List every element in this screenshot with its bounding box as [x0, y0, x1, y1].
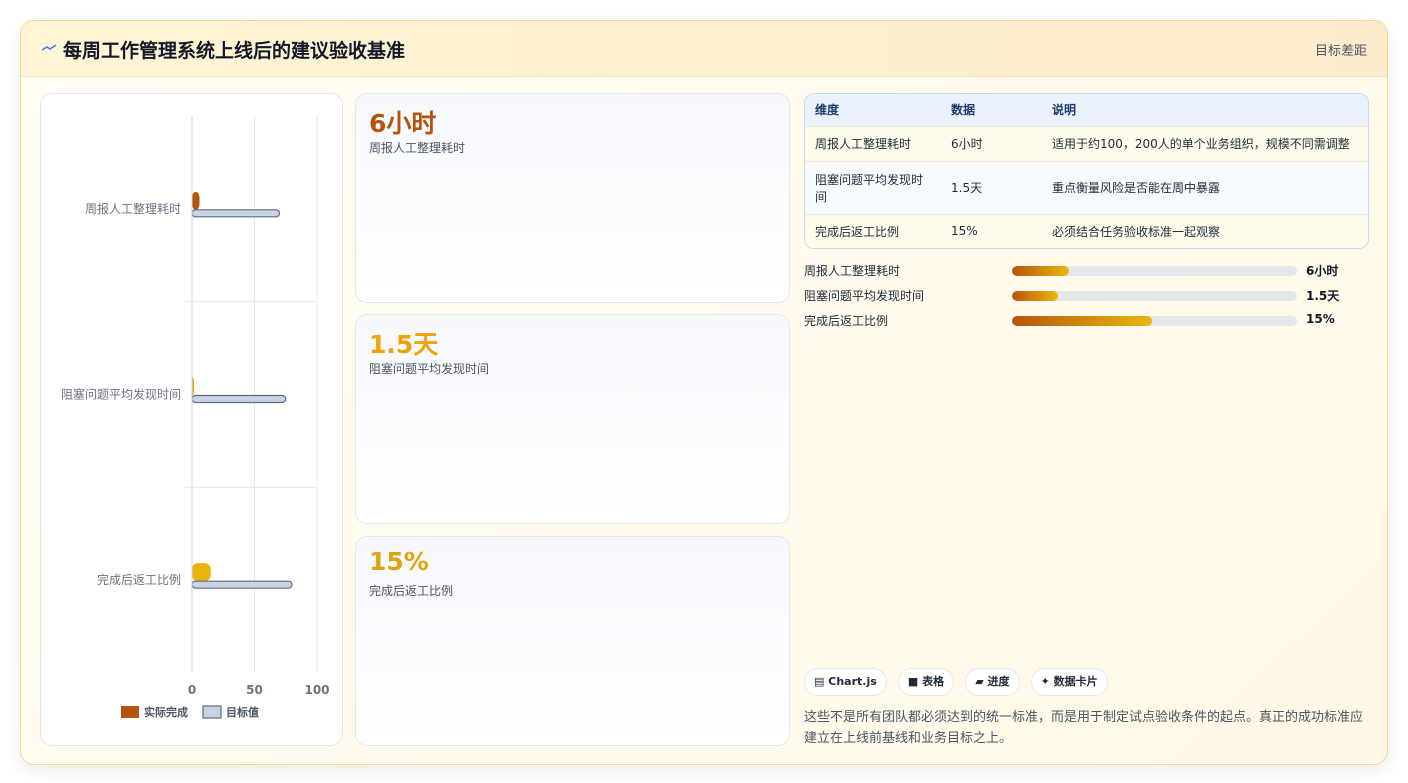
chip-progress[interactable]: ▰ 进度: [965, 668, 1020, 696]
progress-fill: [1012, 316, 1152, 326]
footnote: 这些不是所有团队都必须达到的统一标准，而是用于制定试点验收条件的起点。真正的成功…: [804, 710, 1364, 746]
progress-label: 阻塞问题平均发现时间: [804, 289, 925, 303]
progress-fill: [1012, 291, 1058, 301]
target-gap-link[interactable]: 目标差距: [1315, 40, 1367, 59]
progress-track: [1012, 316, 1297, 326]
table-cell: 适用于约100，200人的单个业务组织，规模不同需调整: [1042, 125, 1368, 161]
chip-label: Chart.js: [828, 675, 877, 688]
progress-label: 周报人工整理耗时: [804, 264, 901, 278]
bar-chart: 0 50 100 周报人工整理耗时阻塞问题平均发现时间完成后返工比例实际完成 目标值: [61, 116, 330, 719]
table-cell: 周报人工整理耗时: [805, 125, 941, 161]
actual-bar: [192, 563, 211, 582]
progress-track: [1012, 266, 1297, 276]
progress-fill: [1012, 266, 1069, 276]
target-bar: [191, 209, 281, 218]
x-tick-label: 0: [188, 683, 196, 697]
table-header: 维度: [815, 103, 840, 118]
chip-table[interactable]: ■ 表格: [897, 668, 955, 696]
y-category-label: 周报人工整理耗时: [85, 201, 181, 216]
target-bar: [191, 580, 293, 589]
progress-row: 周报人工整理耗时 6小时: [804, 261, 1369, 279]
activity-icon: [41, 44, 57, 51]
table-cell: 必须结合任务验收标准一起观察: [1042, 213, 1368, 248]
table-cell: 6小时: [941, 125, 1042, 161]
table-cell: 阻塞问题平均发现时间: [805, 160, 941, 214]
chip-label: 进度: [987, 675, 1010, 688]
table-row: 完成后返工比例 15% 必须结合任务验收标准一起观察: [805, 213, 1368, 248]
bar-chart-panel: 0 50 100 周报人工整理耗时阻塞问题平均发现时间完成后返工比例实际完成 目标值: [40, 93, 343, 746]
stat-card-label: 周报人工整理耗时: [369, 141, 466, 155]
progress-row: 完成后返工比例 15%: [804, 311, 1369, 329]
table-cell: 完成后返工比例: [805, 213, 941, 248]
progress-icon: ▰: [975, 675, 984, 688]
legend-swatch-target: [202, 705, 222, 719]
table-icon: ■: [907, 675, 919, 688]
table-cell: 1.5天: [941, 160, 1042, 214]
table-header: 说明: [1052, 103, 1077, 118]
progress-row: 阻塞问题平均发现时间 1.5天: [804, 286, 1369, 304]
x-tick-label: 100: [304, 683, 329, 697]
stat-card-days: 1.5天 阻塞问题平均发现时间: [355, 314, 790, 524]
stat-card-percent: 15% 完成后返工比例: [355, 536, 790, 746]
chart-icon: ▤: [814, 675, 825, 688]
progress-track: [1012, 291, 1297, 301]
progress-value: 15%: [1306, 312, 1335, 326]
y-category-label: 阻塞问题平均发现时间: [61, 387, 181, 402]
stat-card-label: 阻塞问题平均发现时间: [369, 362, 490, 376]
legend-label-target: 目标值: [226, 705, 259, 719]
stat-card-value: 15%: [369, 547, 429, 576]
page-title: 每周工作管理系统上线后的建议验收基准: [63, 40, 406, 62]
x-tick-label: 50: [246, 683, 263, 697]
chip-chartjs[interactable]: ▤ Chart.js: [804, 668, 887, 696]
legend-label-actual: 实际完成: [144, 705, 188, 719]
chip-label: 数据卡片: [1053, 675, 1098, 688]
data-table: 维度 数据 说明 周报人工整理耗时 6小时 适用于约100，200人的单个业务组…: [804, 93, 1369, 249]
progress-value: 6小时: [1306, 264, 1339, 278]
table-row: 周报人工整理耗时 6小时 适用于约100，200人的单个业务组织，规模不同需调整: [805, 125, 1368, 161]
progress-value: 1.5天: [1306, 289, 1340, 303]
stat-card-value: 1.5天: [369, 330, 439, 359]
sparkle-icon: ✦: [1040, 675, 1050, 688]
table-row: 阻塞问题平均发现时间 1.5天 重点衡量风险是否能在周中暴露: [805, 160, 1368, 214]
target-bar: [191, 394, 287, 404]
chip-label: 表格: [922, 675, 945, 688]
stat-card-hours: 6小时 周报人工整理耗时: [355, 93, 790, 303]
progress-label: 完成后返工比例: [804, 314, 889, 328]
table-cell: 15%: [941, 213, 1042, 248]
y-category-label: 完成后返工比例: [97, 572, 181, 587]
tech-chips: ▤ Chart.js ■ 表格 ▰ 进度 ✦ 数据卡片: [804, 668, 1114, 696]
dashboard-frame: 每周工作管理系统上线后的建议验收基准 目标差距 0 50 100 周报人工整理耗时 阻塞…: [20, 20, 1388, 765]
stat-card-label: 完成后返工比例: [369, 584, 454, 598]
chip-data-card[interactable]: ✦ 数据卡片: [1030, 668, 1108, 696]
actual-bar: [192, 191, 200, 210]
stat-card-value: 6小时: [369, 109, 437, 138]
header: 每周工作管理系统上线后的建议验收基准 目标差距: [21, 21, 1387, 77]
legend-swatch-actual: [121, 706, 139, 718]
table-cell: 重点衡量风险是否能在周中暴露: [1042, 160, 1368, 214]
table-header: 数据: [951, 103, 976, 118]
